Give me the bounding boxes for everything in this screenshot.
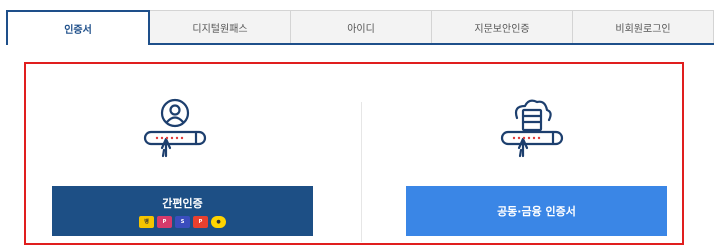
certificate-login-panel: 간편인증 뱅 P S P ● 공동·금융 인증서: [24, 62, 684, 245]
tab-certificate[interactable]: 인증서: [6, 10, 150, 45]
payco-icon: P: [193, 215, 208, 228]
tab-id[interactable]: 아이디: [291, 10, 432, 43]
tab-non-member-login[interactable]: 비회원로그인: [573, 10, 714, 43]
kakao-icon: ●: [211, 215, 226, 228]
provider-logos: 뱅 P S P ●: [139, 215, 226, 228]
divider: [361, 102, 362, 242]
cert-auth-label: 공동·금융 인증서: [497, 205, 576, 218]
cloud-certificate-icon: [487, 98, 577, 168]
kakaobank-icon: 뱅: [139, 215, 154, 228]
tab-digital-onepass[interactable]: 디지털원패스: [150, 10, 291, 43]
user-login-icon: [130, 98, 220, 168]
simple-auth-label: 간편인증: [162, 196, 203, 210]
login-method-tabs: 인증서 디지털원패스 아이디 지문보안인증 비회원로그인: [6, 10, 714, 45]
pass-icon: P: [157, 215, 172, 228]
joint-financial-certificate-button[interactable]: 공동·금융 인증서: [406, 186, 667, 236]
tab-fingerprint-auth[interactable]: 지문보안인증: [432, 10, 573, 43]
simple-auth-button[interactable]: 간편인증 뱅 P S P ●: [52, 186, 313, 236]
samsungpass-icon: S: [175, 215, 190, 228]
